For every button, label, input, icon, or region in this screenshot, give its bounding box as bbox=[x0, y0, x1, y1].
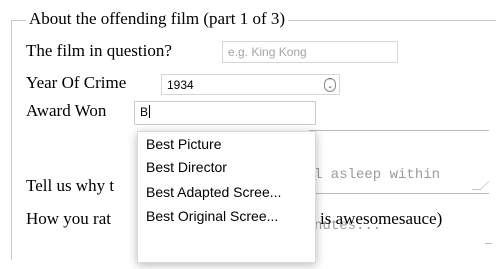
year-label: Year Of Crime bbox=[26, 73, 127, 92]
year-input-value: 1934 bbox=[167, 78, 194, 92]
rating-label-right: is awesomesauce) bbox=[320, 209, 443, 228]
reason-placeholder-line1: l asleep within bbox=[314, 167, 441, 183]
film-input[interactable]: e.g. King Kong bbox=[222, 41, 398, 63]
reason-textarea[interactable]: l asleep within nutes... bbox=[309, 130, 490, 234]
rating-slider-tick bbox=[485, 243, 492, 244]
award-option[interactable]: Best Adapted Scree... bbox=[146, 181, 312, 203]
year-input[interactable]: 1934 ⌃ ⌄ bbox=[161, 74, 340, 95]
text-caret bbox=[149, 105, 151, 118]
year-stepper-icon[interactable]: ⌃ ⌄ bbox=[324, 78, 336, 92]
film-input-placeholder: e.g. King Kong bbox=[228, 45, 307, 59]
award-option[interactable]: Best Original Scree... bbox=[146, 205, 312, 227]
award-option[interactable]: Best Director bbox=[146, 156, 312, 178]
film-label: The film in question? bbox=[26, 41, 172, 60]
reason-label: Tell us why t bbox=[26, 176, 115, 195]
award-autocomplete-dropdown: Best Picture Best Director Best Adapted … bbox=[137, 131, 316, 263]
fieldset-legend: About the offending film (part 1 of 3) bbox=[26, 9, 289, 29]
rating-label-left: How you rat bbox=[26, 209, 111, 228]
award-option[interactable]: Best Picture bbox=[146, 133, 312, 155]
award-label: Award Won bbox=[26, 101, 107, 120]
award-input[interactable]: B bbox=[134, 101, 316, 125]
award-input-value: B bbox=[140, 105, 149, 119]
